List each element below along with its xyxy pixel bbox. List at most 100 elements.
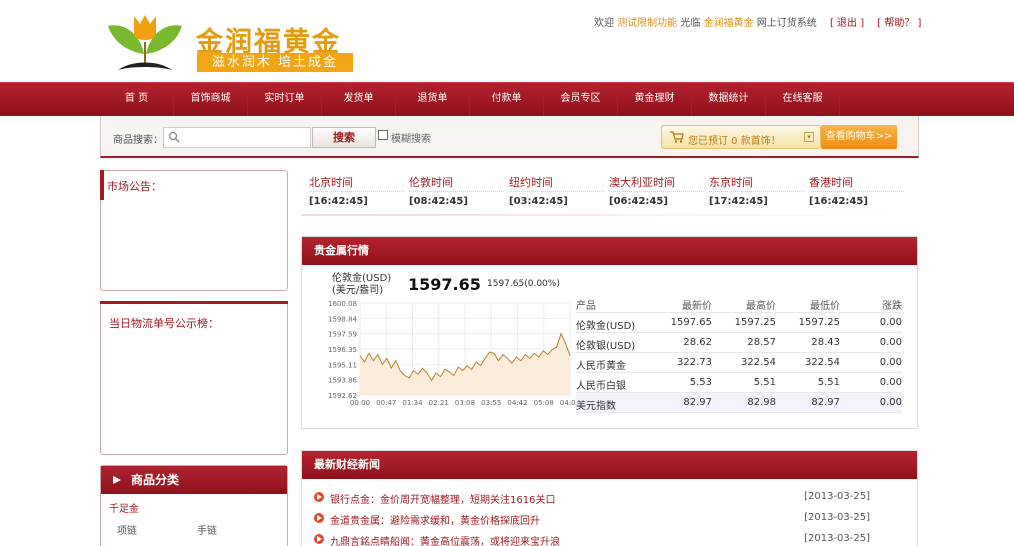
table-cell: 人民币黄金 (576, 361, 626, 372)
news-item[interactable]: 银行点金：金价周开宽幅整理，短期关注1616关口 [2013-03-25] (314, 489, 904, 510)
logo-slogan: 滋水润木 培土成金 (197, 53, 353, 72)
time-city: 香港时间 (809, 174, 904, 192)
market-panel-title: 贵金属行情 (302, 237, 917, 265)
logistics-accent (100, 301, 288, 304)
time-value: [08:42:45] (409, 196, 468, 207)
logout-link[interactable]: [ 退出 ] (830, 18, 864, 29)
nav-item[interactable]: 首 页 (100, 83, 174, 117)
news-item[interactable]: 金道贵金属：避险需求缓和，黄金价格探底回升 [2013-03-25] (314, 510, 904, 531)
price-chart-svg: 1600.08 1598.84 1597.59 1596.35 1595.11 1593.… (328, 300, 580, 407)
table-cell: 82.98 (747, 397, 776, 408)
column-header: 产品 (576, 301, 596, 312)
table-cell: 82.97 (683, 397, 712, 408)
cart-icon (670, 131, 684, 143)
category-header: 商品分类 (101, 466, 287, 494)
x-tick-label: 00:00 (350, 399, 370, 407)
quote-name: 伦敦金(USD) (美元/盎司) (332, 273, 391, 297)
quote-name-line1: 伦敦金(USD) (332, 273, 392, 284)
category-item[interactable]: 手链 (197, 522, 217, 537)
category-arrow-icon (113, 476, 121, 484)
category-box: 商品分类 千足金 项链 手链 (100, 465, 288, 546)
nav-item[interactable]: 在线客服 (766, 83, 840, 117)
news-panel: 最新财经新闻 银行点金：金价周开宽幅整理，短期关注1616关口 [2013-03-… (301, 450, 918, 546)
nav-item[interactable]: 发货单 (322, 83, 396, 117)
price-chart: 1600.08 1598.84 1597.59 1596.35 1595.11 1593.… (320, 299, 582, 409)
news-item[interactable]: 九鼎言銘点睛船闻：黄金高位震荡，或将迎来宝升浪 [2013-03-25] (314, 531, 904, 546)
time-zone: 纽约时间 [03:42:45] (509, 174, 604, 207)
news-title[interactable]: 银行点金：金价周开宽幅整理，短期关注1616关口 (330, 491, 555, 506)
category-group[interactable]: 千足金 (109, 500, 139, 515)
news-date: [2013-03-25] (804, 491, 870, 502)
time-value: [16:42:45] (309, 196, 368, 207)
x-tick-label: 03:55 (481, 399, 501, 407)
time-city: 北京时间 (309, 174, 404, 192)
table-cell: 0.00 (879, 337, 902, 348)
y-tick-label: 1597.59 (328, 331, 357, 339)
nav-item[interactable]: 退货单 (396, 83, 470, 117)
table-cell: 5.51 (753, 377, 776, 388)
column-header: 最高价 (746, 301, 776, 312)
nav-item[interactable]: 首饰商城 (174, 83, 248, 117)
y-tick-label: 1600.08 (328, 300, 357, 308)
nav-item[interactable]: 会员专区 (544, 83, 618, 117)
market-panel: 贵金属行情 伦敦金(USD) (美元/盎司) 1597.65 1597.65(0… (301, 236, 918, 429)
search-button[interactable]: 搜索 (312, 127, 376, 148)
bullet-arrow-icon (314, 492, 324, 502)
time-zone: 东京时间 [17:42:45] (709, 174, 804, 207)
table-row: 人民币白银 5.53 5.51 5.51 0.00 (576, 373, 902, 393)
time-zone: 北京时间 [16:42:45] (309, 174, 404, 207)
nav-item[interactable]: 付款单 (470, 83, 544, 117)
table-cell: 5.51 (817, 377, 840, 388)
y-tick-label: 1598.84 (328, 315, 357, 323)
main-nav: 首 页首饰商城 实时订单 发货单 退货单 付款单 会员专区 黄金理财 数据统计 在线客服 (0, 82, 1014, 117)
category-item[interactable]: 项链 (117, 522, 137, 537)
cart-text: 您已预订 0 款首饰！ (688, 136, 781, 147)
time-city: 澳大利亚时间 (609, 174, 704, 192)
table-cell: 1597.25 (798, 317, 840, 328)
y-tick-label: 1595.11 (328, 361, 357, 369)
time-city: 东京时间 (709, 174, 804, 192)
table-cell: 322.54 (805, 357, 840, 368)
top-links: 欢迎 测试限制功能 光临 金润福黄金 网上订货系统 [ 退出 ] [ 帮助？ ] (594, 14, 921, 29)
logo[interactable]: 金润福黄金 滋水润木 培土成金 (104, 12, 354, 76)
table-cell: 28.43 (811, 337, 840, 348)
market-notice-box: 市场公告： (100, 170, 288, 291)
time-city: 伦敦时间 (409, 174, 504, 192)
view-cart-button[interactable]: 查看购物车>> (821, 125, 897, 149)
help-link[interactable]: [ 帮助？ ] (877, 18, 921, 29)
table-cell: 5.53 (689, 377, 712, 388)
table-cell: 1597.25 (734, 317, 776, 328)
page: 金润福黄金 滋水润木 培土成金 欢迎 测试限制功能 光临 金润福黄金 网上订货系… (0, 0, 1014, 546)
column-header: 涨跌 (882, 301, 902, 312)
table-cell: 1597.65 (670, 317, 712, 328)
cart-summary[interactable]: 您已预订 0 款首饰！ ▾ (661, 125, 821, 149)
search-icon (168, 131, 180, 143)
bullet-arrow-icon (314, 534, 324, 544)
logo-flower-icon (108, 15, 182, 70)
cart-dropdown-icon[interactable]: ▾ (804, 132, 814, 142)
nav-item[interactable]: 实时订单 (248, 83, 322, 117)
quote-price: 1597.65 (408, 275, 481, 294)
search-bar: 商品搜索： 搜索 模糊搜索 您已预订 0 款首饰！ ▾ 查看购物车>> (100, 116, 919, 158)
news-date: [2013-03-25] (804, 512, 870, 523)
user-name: 测试限制功能 (617, 18, 678, 29)
nav-item[interactable]: 数据统计 (692, 83, 766, 117)
news-title[interactable]: 九鼎言銘点睛船闻：黄金高位震荡，或将迎来宝升浪 (330, 533, 560, 546)
search-label: 商品搜索： (113, 135, 163, 146)
x-tick-label: 05:08 (534, 399, 554, 407)
table-row: 伦敦银(USD) 28.62 28.57 28.43 0.00 (576, 333, 902, 353)
fuzzy-search-checkbox[interactable] (378, 130, 388, 140)
time-value: [06:42:45] (609, 196, 668, 207)
time-value: [17:42:45] (709, 196, 768, 207)
table-cell: 0.00 (879, 317, 902, 328)
news-title[interactable]: 金道贵金属：避险需求缓和，黄金价格探底回升 (330, 512, 540, 527)
table-cell: 28.62 (683, 337, 712, 348)
nav-item[interactable]: 黄金理财 (618, 83, 692, 117)
search-input[interactable] (163, 127, 311, 148)
logistics-title: 当日物流单号公示榜： (109, 317, 219, 330)
table-cell: 82.97 (811, 397, 840, 408)
news-list: 银行点金：金价周开宽幅整理，短期关注1616关口 [2013-03-25] 金道贵金… (314, 489, 904, 546)
quote-table: 产品 最新价 最高价 最低价 涨跌 伦敦金(USD) 1597.65 1597.25 1597.… (576, 293, 902, 413)
column-header: 最低价 (810, 301, 840, 312)
news-panel-title: 最新财经新闻 (302, 451, 917, 479)
